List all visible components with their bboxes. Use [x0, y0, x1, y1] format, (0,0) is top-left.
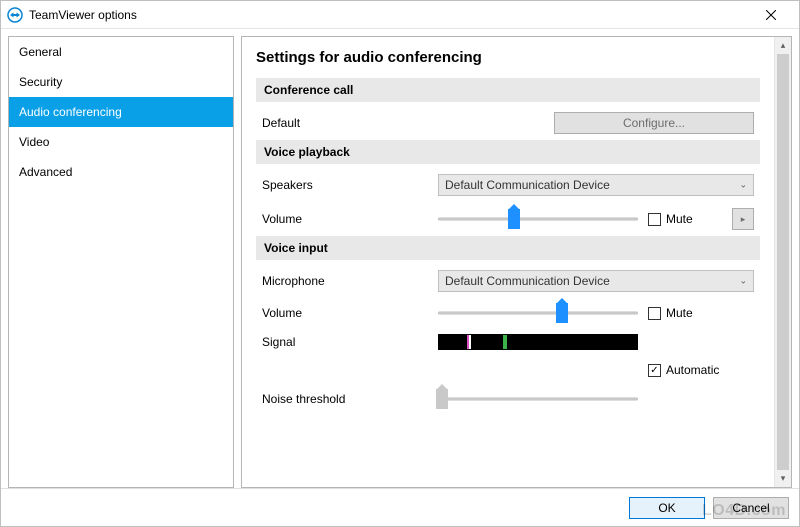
sidebar: General Security Audio conferencing Vide…	[8, 36, 234, 488]
microphone-select-value: Default Communication Device	[445, 274, 610, 288]
row-speakers: Speakers Default Communication Device ⌄	[256, 168, 760, 202]
playback-test-button[interactable]: ▸	[732, 208, 754, 230]
label-speakers: Speakers	[262, 178, 438, 192]
sidebar-item-audio-conferencing[interactable]: Audio conferencing	[9, 97, 233, 127]
input-volume-slider[interactable]	[438, 304, 638, 322]
page-title: Settings for audio conferencing	[256, 49, 760, 66]
scroll-down-icon[interactable]: ▾	[775, 470, 791, 487]
row-microphone: Microphone Default Communication Device …	[256, 264, 760, 298]
window-title: TeamViewer options	[29, 8, 137, 22]
sidebar-item-advanced[interactable]: Advanced	[9, 157, 233, 187]
main-panel: Settings for audio conferencing Conferen…	[241, 36, 792, 488]
body: General Security Audio conferencing Vide…	[1, 29, 799, 488]
sidebar-item-security[interactable]: Security	[9, 67, 233, 97]
row-automatic: ✓ Automatic	[256, 356, 760, 384]
label-playback-volume: Volume	[262, 212, 438, 226]
cancel-button[interactable]: Cancel	[713, 497, 789, 519]
close-button[interactable]	[751, 1, 791, 28]
play-icon: ▸	[741, 214, 746, 225]
configure-button[interactable]: Configure...	[554, 112, 754, 134]
label-microphone: Microphone	[262, 274, 438, 288]
slider-thumb[interactable]	[436, 389, 448, 409]
checkbox-box	[648, 307, 661, 320]
label-input-volume: Volume	[262, 306, 438, 320]
scroll-track[interactable]	[775, 54, 791, 470]
checkbox-box	[648, 213, 661, 226]
row-signal: Signal	[256, 328, 760, 356]
slider-thumb[interactable]	[508, 209, 520, 229]
sidebar-item-video[interactable]: Video	[9, 127, 233, 157]
microphone-select[interactable]: Default Communication Device ⌄	[438, 270, 754, 292]
row-conference-default: Default Configure...	[256, 106, 760, 140]
section-conference-call: Conference call	[256, 78, 760, 102]
ok-button[interactable]: OK	[629, 497, 705, 519]
input-mute-checkbox[interactable]: Mute	[648, 306, 693, 320]
section-voice-input: Voice input	[256, 236, 760, 260]
row-playback-volume: Volume Mute ▸	[256, 202, 760, 236]
speakers-select[interactable]: Default Communication Device ⌄	[438, 174, 754, 196]
row-noise-threshold: Noise threshold	[256, 384, 760, 414]
main-content: Settings for audio conferencing Conferen…	[242, 37, 774, 487]
label-default: Default	[262, 116, 438, 130]
slider-thumb[interactable]	[556, 303, 568, 323]
titlebar: TeamViewer options	[1, 1, 799, 29]
app-icon	[7, 7, 23, 23]
footer: OK Cancel	[1, 488, 799, 526]
label-noise-threshold: Noise threshold	[262, 392, 438, 406]
row-input-volume: Volume Mute	[256, 298, 760, 328]
scroll-thumb[interactable]	[777, 54, 789, 470]
close-icon	[766, 10, 776, 20]
section-voice-playback: Voice playback	[256, 140, 760, 164]
automatic-checkbox[interactable]: ✓ Automatic	[648, 363, 719, 377]
options-window: TeamViewer options General Security Audi…	[0, 0, 800, 527]
signal-meter	[438, 334, 638, 350]
label-signal: Signal	[262, 335, 438, 349]
playback-volume-slider[interactable]	[438, 210, 638, 228]
scrollbar[interactable]: ▴ ▾	[774, 37, 791, 487]
checkbox-box: ✓	[648, 364, 661, 377]
sidebar-item-general[interactable]: General	[9, 37, 233, 67]
scroll-up-icon[interactable]: ▴	[775, 37, 791, 54]
noise-threshold-slider[interactable]	[438, 390, 638, 408]
chevron-down-icon: ⌄	[739, 180, 747, 191]
chevron-down-icon: ⌄	[739, 276, 747, 287]
playback-mute-checkbox[interactable]: Mute	[648, 212, 693, 226]
speakers-select-value: Default Communication Device	[445, 178, 610, 192]
